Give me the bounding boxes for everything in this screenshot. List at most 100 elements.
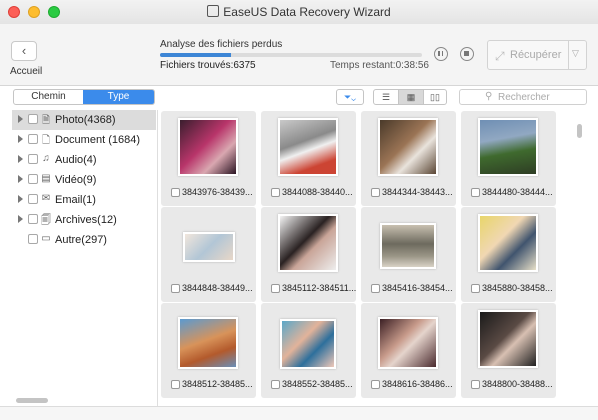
recover-button[interactable]: ⤢ Récupérer ▽ bbox=[487, 40, 587, 70]
file-checkbox[interactable] bbox=[471, 284, 480, 293]
expand-triangle-icon[interactable] bbox=[18, 195, 23, 203]
file-checkbox[interactable] bbox=[371, 380, 380, 389]
photo-thumbnail bbox=[378, 317, 438, 369]
tree-item-email[interactable]: ✉ Email(1) bbox=[12, 190, 156, 210]
tree-item-photo[interactable]: 🗎 Photo(4368) bbox=[12, 110, 156, 130]
file-card[interactable]: 3844088-38440... bbox=[261, 111, 356, 206]
file-checkbox[interactable] bbox=[371, 284, 380, 293]
file-name: 3845416-38454... bbox=[382, 283, 453, 293]
stop-icon[interactable] bbox=[460, 47, 474, 61]
scan-progress-fill bbox=[160, 53, 231, 57]
app-window: EaseUS Data Recovery Wizard ‹ Accueil An… bbox=[0, 0, 598, 420]
tab-type[interactable]: Type bbox=[83, 90, 154, 104]
file-checkbox[interactable] bbox=[171, 380, 180, 389]
file-checkbox[interactable] bbox=[471, 380, 480, 389]
photo-thumbnail bbox=[183, 232, 235, 262]
expand-triangle-icon[interactable] bbox=[18, 115, 23, 123]
file-card[interactable]: 3844344-38443... bbox=[361, 111, 456, 206]
file-name: 3848512-38485... bbox=[182, 379, 253, 389]
view-mode-tabs: Chemin Type bbox=[13, 89, 155, 105]
file-card[interactable]: 3845880-38458... bbox=[461, 207, 556, 302]
checkbox[interactable] bbox=[28, 114, 38, 124]
tree-item-label: Autre(297) bbox=[55, 234, 107, 246]
scan-progress-bar bbox=[160, 53, 422, 57]
archive-icon: 🗐 bbox=[41, 215, 51, 226]
tree-item-document[interactable]: 🗋 Document (1684) bbox=[12, 130, 156, 150]
photo-thumbnail bbox=[178, 317, 238, 369]
file-checkbox[interactable] bbox=[471, 188, 480, 197]
preview-view-icon[interactable]: ▯▯ bbox=[423, 90, 446, 104]
checkbox[interactable] bbox=[28, 214, 38, 224]
photo-thumbnail bbox=[378, 118, 438, 176]
status-bar bbox=[0, 406, 598, 420]
file-name: 3844088-38440... bbox=[282, 187, 353, 197]
photo-thumbnail bbox=[478, 310, 538, 368]
expand-triangle-icon[interactable] bbox=[18, 175, 23, 183]
file-name: 3845112-384511... bbox=[282, 283, 357, 293]
grid-scrollbar[interactable] bbox=[577, 124, 582, 138]
checkbox[interactable] bbox=[28, 154, 38, 164]
file-type-tree: 🗎 Photo(4368) 🗋 Document (1684) ♫ Audio(… bbox=[12, 110, 156, 406]
file-card[interactable]: 3844480-38444... bbox=[461, 111, 556, 206]
file-checkbox[interactable] bbox=[271, 188, 280, 197]
file-card[interactable]: 3848616-38486... bbox=[361, 303, 456, 398]
filter-button[interactable]: ⏷⌄ bbox=[336, 89, 364, 105]
film-icon: ▤ bbox=[41, 173, 51, 184]
envelope-icon: ✉ bbox=[41, 193, 51, 204]
folder-icon: ▭ bbox=[41, 233, 51, 244]
search-input[interactable] bbox=[498, 91, 583, 103]
file-card[interactable]: 3845416-38454... bbox=[361, 207, 456, 302]
file-name: 3845880-38458... bbox=[482, 283, 553, 293]
recover-separator bbox=[568, 41, 569, 69]
checkbox[interactable] bbox=[28, 234, 38, 244]
file-card[interactable]: 3848552-38485... bbox=[261, 303, 356, 398]
tree-item-label: Photo(4368) bbox=[55, 114, 116, 126]
document-icon: 🗋 bbox=[41, 135, 51, 146]
window-title: EaseUS Data Recovery Wizard bbox=[223, 5, 391, 19]
checkbox[interactable] bbox=[28, 134, 38, 144]
photo-thumbnail bbox=[178, 118, 238, 176]
photo-thumbnail bbox=[278, 214, 338, 272]
expand-triangle-icon[interactable] bbox=[18, 155, 23, 163]
list-view-icon[interactable]: ☰ bbox=[374, 90, 398, 104]
file-checkbox[interactable] bbox=[271, 380, 280, 389]
pause-icon[interactable] bbox=[434, 47, 448, 61]
file-checkbox[interactable] bbox=[271, 284, 280, 293]
tab-path[interactable]: Chemin bbox=[14, 90, 83, 104]
grid-view-icon[interactable]: ▦ bbox=[398, 90, 424, 104]
toolbar: ‹ Accueil Analyse des fichiers perdus Fi… bbox=[0, 24, 598, 86]
back-button[interactable]: ‹ bbox=[11, 41, 37, 61]
window-title-area: EaseUS Data Recovery Wizard bbox=[0, 5, 598, 19]
file-card[interactable]: 3845112-384511... bbox=[261, 207, 356, 302]
file-checkbox[interactable] bbox=[371, 188, 380, 197]
expand-triangle-icon[interactable] bbox=[18, 135, 23, 143]
filter-icon: ⏷⌄ bbox=[343, 92, 357, 102]
tree-item-archives[interactable]: 🗐 Archives(12) bbox=[12, 210, 156, 230]
sidebar-scrollbar[interactable] bbox=[16, 398, 48, 403]
chevron-left-icon: ‹ bbox=[21, 43, 27, 58]
chevron-down-icon[interactable]: ▽ bbox=[572, 48, 579, 59]
search-field[interactable]: ⚲ bbox=[459, 89, 587, 105]
toolbar-divider bbox=[0, 85, 598, 86]
tree-item-audio[interactable]: ♫ Audio(4) bbox=[12, 150, 156, 170]
recover-icon: ⤢ bbox=[495, 49, 505, 63]
file-grid: 3843976-38439... 3844088-38440... 384434… bbox=[158, 110, 570, 406]
checkbox[interactable] bbox=[28, 194, 38, 204]
file-name: 3848616-38486... bbox=[382, 379, 453, 389]
file-name: 3848552-38485... bbox=[282, 379, 353, 389]
file-card[interactable]: 3848800-38488... bbox=[461, 303, 556, 398]
files-found-count: Fichiers trouvés:6375 bbox=[160, 60, 256, 71]
tree-item-other[interactable]: ▭ Autre(297) bbox=[12, 230, 156, 250]
file-card[interactable]: 3843976-38439... bbox=[161, 111, 256, 206]
photo-thumbnail bbox=[478, 214, 538, 272]
expand-triangle-icon[interactable] bbox=[18, 215, 23, 223]
tree-item-video[interactable]: ▤ Vidéo(9) bbox=[12, 170, 156, 190]
photo-thumbnail bbox=[380, 223, 436, 269]
file-card[interactable]: 3848512-38485... bbox=[161, 303, 256, 398]
file-checkbox[interactable] bbox=[171, 188, 180, 197]
file-card[interactable]: 3844848-38449... bbox=[161, 207, 256, 302]
checkbox[interactable] bbox=[28, 174, 38, 184]
file-name: 3848800-38488... bbox=[482, 379, 553, 389]
home-label[interactable]: Accueil bbox=[10, 66, 42, 77]
file-checkbox[interactable] bbox=[171, 284, 180, 293]
